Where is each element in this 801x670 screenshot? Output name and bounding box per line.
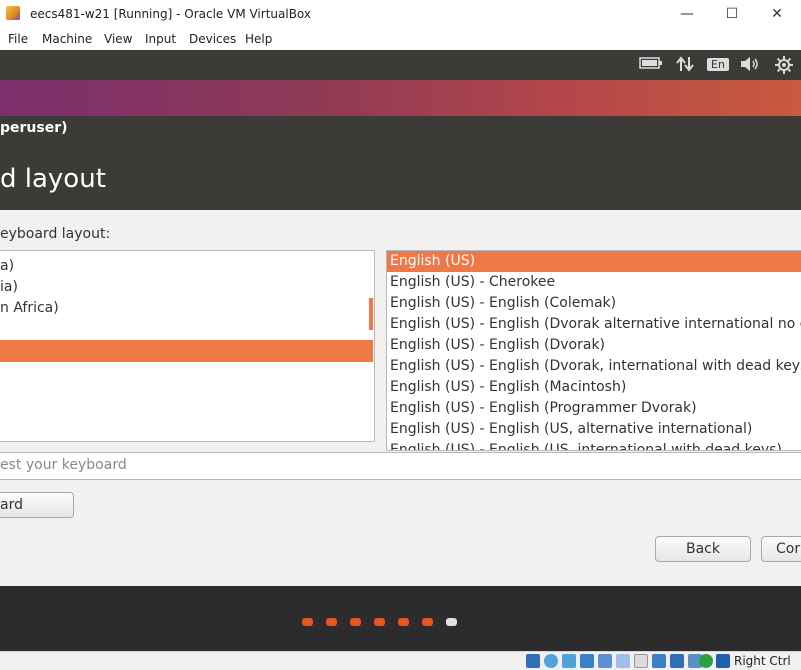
maximize-button[interactable]: ☐ (709, 2, 755, 26)
virtualbox-icon (6, 6, 20, 20)
list-item[interactable]: English (US) (390, 251, 475, 272)
menu-bar: File Machine View Input Devices Help (0, 28, 801, 50)
list-item[interactable]: English (US) - English (Dvorak, internat… (390, 356, 801, 377)
vm-status-bar: Right Ctrl (0, 651, 801, 670)
selected-list-item[interactable] (0, 340, 373, 362)
progress-dot (326, 618, 337, 626)
list-item[interactable]: n Africa) (0, 298, 59, 319)
list-item[interactable]: English (US) - Cherokee (390, 272, 555, 293)
page-heading: d layout (0, 164, 106, 194)
menu-devices[interactable]: Devices (189, 32, 236, 46)
test-keyboard-placeholder: est your keyboard (0, 457, 127, 473)
list-item[interactable]: English (US) - English (Macintosh) (390, 377, 626, 398)
window-title: eecs481-w21 [Running] - Oracle VM Virtua… (30, 7, 311, 21)
hard-disk-icon[interactable] (526, 654, 540, 668)
dialog-title: peruser) (0, 120, 68, 136)
minimize-button[interactable]: — (664, 2, 710, 26)
progress-dot (302, 618, 313, 626)
progress-dot (350, 618, 361, 626)
install-progress-dots (0, 618, 801, 630)
display-icon[interactable] (634, 654, 648, 668)
ubuntu-top-panel: En (0, 50, 801, 80)
host-key-label: Right Ctrl (734, 654, 791, 668)
back-button[interactable]: Back (655, 536, 751, 562)
progress-dot (374, 618, 385, 626)
guest-additions-icon[interactable] (699, 654, 713, 668)
scrollbar-thumb[interactable] (369, 298, 373, 330)
close-button[interactable]: ✕ (754, 2, 800, 26)
layout-variant-list[interactable]: English (US) English (US) - Cherokee Eng… (386, 250, 801, 451)
progress-dot-current (446, 618, 457, 626)
menu-file[interactable]: File (8, 32, 28, 46)
list-item[interactable]: English (US) - English (US, alternative … (390, 419, 752, 440)
list-item[interactable]: a) (0, 256, 14, 277)
progress-dot (422, 618, 433, 626)
menu-help[interactable]: Help (245, 32, 272, 46)
dialog-content: eyboard layout: a) ia) n Africa) English… (0, 210, 801, 586)
choose-layout-label: eyboard layout: (0, 226, 111, 242)
speaker-icon[interactable] (738, 56, 762, 74)
language-list[interactable]: a) ia) n Africa) (0, 250, 375, 442)
installer-dialog: peruser) d layout eyboard layout: a) ia)… (0, 116, 801, 586)
gear-icon[interactable] (772, 56, 796, 74)
mouse-integration-icon[interactable] (716, 654, 730, 668)
list-item[interactable]: English (US) - English (Dvorak) (390, 335, 605, 356)
progress-dot (398, 618, 409, 626)
keyboard-indicator-label: En (707, 58, 729, 71)
list-item[interactable]: ia) (0, 277, 18, 298)
test-keyboard-input[interactable]: est your keyboard (0, 452, 801, 480)
network-arrows-icon[interactable] (674, 56, 696, 74)
desktop-background (0, 80, 801, 116)
list-item[interactable]: English (US) - English (US, internationa… (390, 440, 782, 450)
keyboard-indicator[interactable]: En (706, 56, 730, 74)
shared-folders-icon[interactable] (616, 654, 630, 668)
audio-icon[interactable] (562, 654, 576, 668)
optical-drive-icon[interactable] (544, 654, 558, 668)
list-item[interactable]: English (US) - English (Programmer Dvora… (390, 398, 697, 419)
battery-icon[interactable] (638, 56, 664, 74)
vm-screen[interactable]: En peruser) d layout eyboard layout: a) … (0, 50, 801, 651)
cpu-icon[interactable] (670, 654, 684, 668)
menu-input[interactable]: Input (145, 32, 176, 46)
continue-button[interactable]: Cor (761, 536, 801, 562)
usb-icon[interactable] (598, 654, 612, 668)
network-icon[interactable] (580, 654, 594, 668)
menu-machine[interactable]: Machine (42, 32, 92, 46)
window-titlebar: eecs481-w21 [Running] - Oracle VM Virtua… (0, 0, 801, 28)
menu-view[interactable]: View (104, 32, 132, 46)
list-item[interactable]: English (US) - English (Colemak) (390, 293, 616, 314)
list-item[interactable]: English (US) - English (Dvorak alternati… (390, 314, 801, 335)
detect-layout-button[interactable]: ard Layout (0, 492, 74, 518)
video-capture-icon[interactable] (652, 654, 666, 668)
